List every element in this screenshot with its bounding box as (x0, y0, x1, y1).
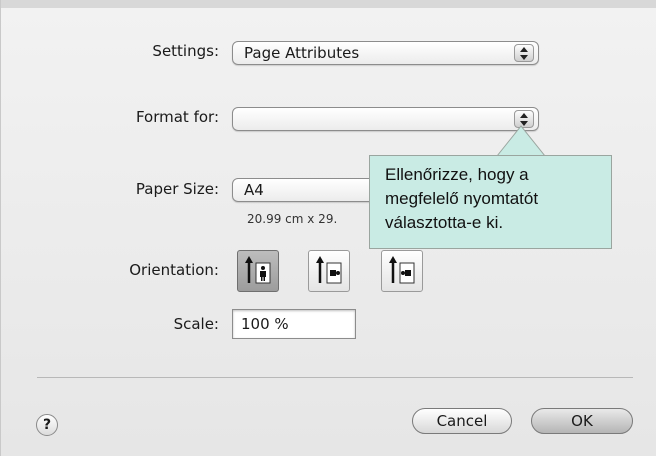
settings-value: Page Attributes (244, 44, 360, 62)
landscape-orientation-icon (316, 256, 342, 284)
popup-arrows-icon (514, 44, 534, 62)
title-bar-edge (1, 0, 656, 8)
paper-dimensions: 20.99 cm x 29. (247, 212, 338, 226)
orientation-landscape-button[interactable] (308, 250, 350, 292)
portrait-orientation-icon (245, 256, 271, 284)
tooltip-line: választotta-e ki. (385, 213, 504, 232)
format-for-popup[interactable] (232, 107, 539, 131)
scale-label: Scale: (173, 315, 219, 333)
divider (37, 377, 633, 378)
callout-tooltip: Ellenőrizze, hogy a megfelelő nyomtatót … (369, 155, 612, 249)
cancel-button[interactable]: Cancel (412, 408, 512, 434)
paper-size-value: A4 (244, 181, 264, 199)
tooltip-line: Ellenőrizze, hogy a (385, 165, 529, 184)
orientation-reverse-landscape-button[interactable] (381, 250, 423, 292)
help-button[interactable]: ? (36, 414, 58, 436)
orientation-portrait-button[interactable] (237, 250, 279, 292)
ok-button[interactable]: OK (531, 408, 633, 434)
tooltip-line: megfelelő nyomtatót (385, 189, 539, 208)
page-setup-dialog: Settings: Page Attributes Format for: Pa… (0, 0, 656, 456)
tooltip-pointer (497, 125, 547, 157)
format-for-label: Format for: (135, 108, 219, 126)
settings-label: Settings: (152, 42, 219, 60)
reverse-landscape-orientation-icon (389, 256, 415, 284)
orientation-label: Orientation: (129, 261, 219, 279)
paper-size-label: Paper Size: (135, 180, 219, 198)
settings-popup[interactable]: Page Attributes (232, 41, 539, 65)
scale-input[interactable]: 100 % (232, 309, 356, 339)
